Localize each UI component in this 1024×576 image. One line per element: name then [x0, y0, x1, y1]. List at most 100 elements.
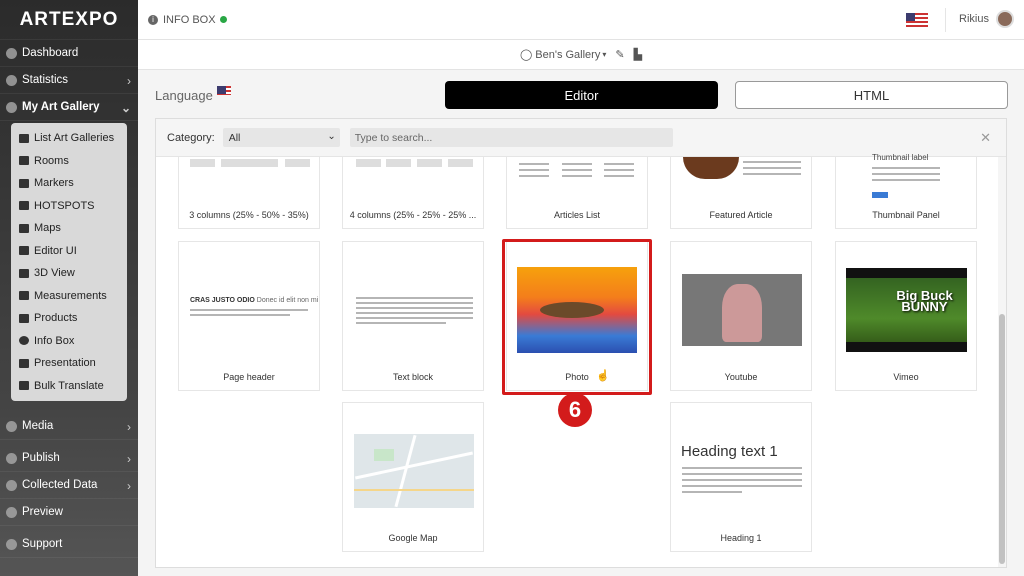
gallery-selector[interactable]: Ben's Gallery — [535, 49, 600, 61]
sidebar-item-publish[interactable]: Publish › — [0, 445, 138, 472]
chart-icon — [6, 74, 17, 86]
sidebar-item-preview[interactable]: Preview — [0, 499, 138, 526]
thumbnail-label: Thumbnail label — [872, 153, 929, 162]
scrollbar-thumb[interactable] — [999, 314, 1005, 564]
submenu-info-box[interactable]: Info Box — [11, 330, 127, 353]
breadcrumb: i INFO BOX — [148, 14, 227, 26]
marker-icon — [19, 178, 29, 188]
sidebar: ARTEXPO Dashboard Statistics › My Art Gal… — [0, 0, 138, 576]
caret-down-icon: ▾ — [602, 50, 607, 59]
block-card-articles-list[interactable]: Articles List — [506, 157, 648, 229]
support-icon — [6, 538, 17, 550]
submenu-label: Maps — [34, 222, 61, 235]
sidebar-item-statistics[interactable]: Statistics › — [0, 67, 138, 94]
text-line — [682, 485, 802, 487]
card-label: Text block — [392, 372, 434, 382]
text-line — [562, 169, 592, 171]
placeholder-block — [356, 159, 381, 167]
hand-cursor-icon: ☝ — [596, 370, 610, 382]
text-line — [604, 169, 634, 171]
text-line — [682, 473, 802, 475]
preview-text: Donec id elit non mi — [256, 297, 319, 304]
map-road — [354, 489, 474, 491]
video-controls — [846, 342, 967, 352]
submenu-label: Rooms — [34, 154, 69, 167]
text-line — [872, 179, 940, 181]
info-icon: i — [148, 14, 158, 25]
text-line — [190, 309, 308, 311]
placeholder-block — [386, 159, 411, 167]
search-input[interactable]: Type to search... — [349, 128, 673, 147]
submenu-maps[interactable]: Maps — [11, 217, 127, 240]
button-preview — [872, 192, 888, 198]
card-label: Page header — [223, 372, 275, 382]
block-card-3-columns[interactable]: 3 columns (25% - 50% - 35%) — [178, 157, 320, 229]
block-card-heading-1[interactable]: Heading text 1 Heading 1 — [670, 402, 812, 552]
sidebar-item-media[interactable]: Media › — [0, 413, 138, 440]
filter-bar: Category: All ⌄ Type to search... ✕ — [156, 119, 1006, 157]
presentation-icon — [19, 358, 29, 368]
submenu-label: Presentation — [34, 357, 96, 370]
artexpo-logo[interactable]: ARTEXPO — [0, 0, 138, 40]
text-line — [519, 163, 549, 165]
sidebar-item-label: Collected Data — [22, 479, 98, 491]
translate-icon — [19, 381, 29, 391]
vimeo-preview-video: Big Buck BUNNY — [846, 268, 967, 352]
text-line — [356, 312, 473, 314]
card-label: Google Map — [388, 533, 438, 543]
text-line — [743, 167, 801, 169]
cube-icon — [19, 268, 29, 278]
submenu-presentation[interactable]: Presentation — [11, 352, 127, 375]
video-header — [846, 268, 967, 278]
step-badge: 6 — [558, 393, 592, 427]
card-label: Featured Article — [709, 210, 773, 220]
map-road — [354, 451, 474, 480]
text-line — [356, 302, 473, 304]
text-line — [872, 173, 940, 175]
status-dot — [219, 16, 227, 23]
submenu-bulk-translate[interactable]: Bulk Translate — [11, 375, 127, 398]
chevron-right-icon: › — [127, 452, 131, 466]
category-select[interactable]: All ⌄ — [222, 128, 340, 147]
card-label: 4 columns (25% - 25% - 25% ... — [349, 210, 477, 220]
block-card-featured-article[interactable]: Featured Article — [670, 157, 812, 229]
editor-tab-button[interactable]: Editor — [445, 81, 718, 109]
submenu-editor-ui[interactable]: Editor UI — [11, 240, 127, 263]
publish-icon — [6, 452, 17, 464]
text-line — [682, 467, 802, 469]
card-label: 3 columns (25% - 50% - 35%) — [189, 210, 309, 220]
block-card-text-block[interactable]: Text block — [342, 241, 484, 391]
placeholder-block — [221, 159, 278, 167]
placeholder-block — [417, 159, 442, 167]
us-flag-icon[interactable] — [906, 13, 928, 27]
text-line — [872, 167, 940, 169]
submenu-hotspots[interactable]: HOTSPOTS — [11, 195, 127, 218]
dashboard-icon — [6, 47, 17, 59]
submenu-list-art-galleries[interactable]: List Art Galleries — [11, 127, 127, 150]
block-card-4-columns[interactable]: 4 columns (25% - 25% - 25% ... — [342, 157, 484, 229]
block-card-page-header[interactable]: Page header — [178, 241, 320, 391]
card-label: Heading 1 — [720, 533, 762, 543]
sidebar-item-my-art-gallery[interactable]: My Art Gallery ⌄ — [0, 94, 138, 121]
edit-icon[interactable]: ✎ — [615, 48, 624, 61]
html-tab-button[interactable]: HTML — [735, 81, 1008, 109]
sidebar-item-collected-data[interactable]: Collected Data › — [0, 472, 138, 499]
submenu-products[interactable]: Products — [11, 307, 127, 330]
block-card-thumbnail-panel[interactable]: Thumbnail label Thumbnail Panel — [835, 153, 977, 229]
submenu-3d-view[interactable]: 3D View — [11, 262, 127, 285]
submenu-label: Info Box — [34, 334, 75, 347]
submenu-measurements[interactable]: Measurements — [11, 285, 127, 308]
page-header-preview: CRAS JUSTO ODIO Donec id elit non mi — [190, 297, 318, 304]
user-menu[interactable]: Rikius — [959, 10, 1014, 28]
submenu-rooms[interactable]: Rooms — [11, 150, 127, 173]
text-line — [562, 163, 592, 165]
card-label: Thumbnail Panel — [872, 210, 940, 220]
palette-icon — [6, 101, 17, 113]
submenu-label: List Art Galleries — [34, 132, 115, 145]
building-icon[interactable]: ▙ — [634, 48, 642, 61]
sidebar-item-dashboard[interactable]: Dashboard — [0, 40, 138, 67]
language-selector[interactable]: Language — [155, 86, 231, 103]
close-icon[interactable]: ✕ — [980, 130, 991, 146]
sidebar-item-support[interactable]: Support — [0, 531, 138, 558]
submenu-markers[interactable]: Markers — [11, 172, 127, 195]
